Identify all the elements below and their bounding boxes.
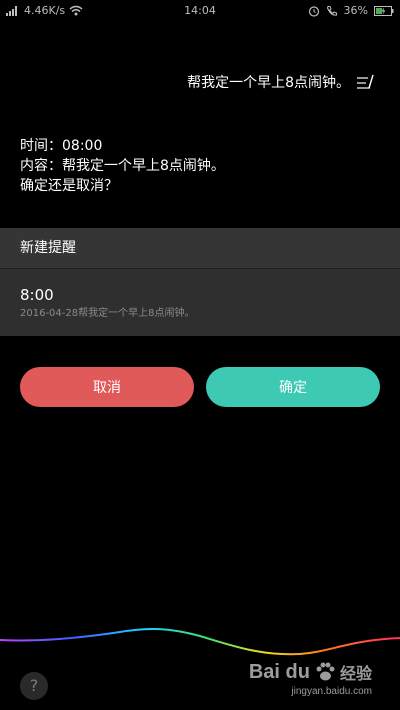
baidu-jingyan-watermark: Bai du 经验 jingyan.baidu.com bbox=[249, 660, 372, 698]
watermark-url: jingyan.baidu.com bbox=[291, 686, 372, 697]
reply-question-line: 确定还是取消？ bbox=[20, 178, 118, 194]
battery-charging-icon bbox=[374, 5, 394, 16]
battery-percent: 36% bbox=[343, 4, 368, 17]
reminder-card[interactable]: 新建提醒 8:00 2016-04-28帮我定一个早上8点闹钟。 bbox=[0, 228, 400, 336]
alarm-icon bbox=[308, 5, 320, 17]
watermark-logo: Bai du 经验 bbox=[249, 660, 372, 684]
confirm-button[interactable]: 确定 bbox=[206, 367, 380, 407]
reminder-description: 2016-04-28帮我定一个早上8点闹钟。 bbox=[20, 308, 195, 319]
query-text: 帮我定一个早上8点闹钟。 bbox=[187, 75, 350, 91]
phone-icon bbox=[326, 5, 338, 17]
card-body: 8:00 2016-04-28帮我定一个早上8点闹钟。 bbox=[0, 269, 400, 321]
card-header: 新建提醒 bbox=[0, 228, 400, 269]
reply-time-line: 时间：08:00 bbox=[20, 138, 103, 154]
watermark-brand-cn: 经验 bbox=[339, 666, 372, 683]
user-query: 帮我定一个早上8点闹钟。 bbox=[187, 72, 376, 92]
cancel-button[interactable]: 取消 bbox=[20, 367, 194, 407]
status-right: 36% bbox=[308, 4, 394, 17]
assistant-reply: 时间：08:00 内容：帮我定一个早上8点闹钟。 确定还是取消？ bbox=[20, 136, 225, 196]
reminder-time: 8:00 bbox=[20, 286, 54, 304]
status-bar: 4.46K/s 14:04 36% bbox=[0, 0, 400, 22]
paw-icon bbox=[314, 661, 336, 683]
help-button[interactable]: ? bbox=[20, 672, 48, 700]
edit-pen-icon[interactable] bbox=[356, 74, 376, 90]
watermark-brand: Bai du bbox=[248, 660, 310, 683]
reply-content-line: 内容：帮我定一个早上8点闹钟。 bbox=[20, 158, 225, 174]
